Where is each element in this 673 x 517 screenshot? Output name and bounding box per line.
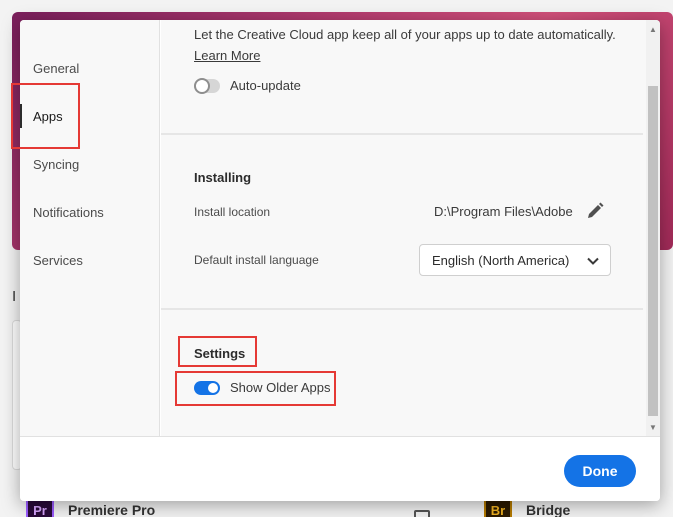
installing-section: Installing Install location D:\Program F…	[161, 135, 643, 310]
background-app-name: Bridge	[526, 502, 571, 517]
sidebar-item-syncing[interactable]: Syncing	[20, 148, 160, 180]
show-older-apps-label: Show Older Apps	[230, 380, 331, 395]
done-button[interactable]: Done	[564, 455, 636, 487]
sidebar-item-notifications[interactable]: Notifications	[20, 196, 160, 228]
default-language-value: English (North America)	[432, 252, 570, 268]
auto-update-label: Auto-update	[230, 78, 301, 93]
scroll-down-icon[interactable]: ▼	[646, 420, 660, 434]
dialog-footer: Done	[20, 436, 660, 501]
sidebar-item-services[interactable]: Services	[20, 244, 160, 276]
sidebar-item-general[interactable]: General	[20, 52, 160, 84]
show-older-apps-switch[interactable]	[194, 380, 220, 395]
pencil-icon[interactable]	[585, 201, 605, 221]
background-heading: I	[12, 288, 17, 305]
apps-settings-panel: Let the Creative Cloud app keep all of y…	[161, 20, 646, 436]
auto-update-switch[interactable]	[194, 77, 220, 94]
auto-update-toggle[interactable]: Auto-update	[194, 77, 301, 94]
installing-title: Installing	[194, 170, 252, 185]
background-app-name: Premiere Pro	[68, 502, 156, 517]
chevron-down-icon	[587, 257, 599, 265]
default-language-label: Default install language	[194, 253, 319, 267]
install-location-label: Install location	[194, 205, 271, 219]
auto-update-section: Let the Creative Cloud app keep all of y…	[161, 20, 643, 135]
sidebar-item-apps[interactable]: Apps	[20, 100, 160, 132]
scrollbar-thumb[interactable]	[648, 86, 658, 416]
content-scrollbar[interactable]: ▲ ▼	[646, 20, 660, 436]
preferences-dialog: General Apps Syncing Notifications Servi…	[20, 20, 660, 501]
background-checkbox[interactable]	[414, 510, 430, 517]
preferences-sidebar: General Apps Syncing Notifications Servi…	[20, 20, 160, 436]
scroll-up-icon[interactable]: ▲	[646, 22, 660, 36]
learn-more-link[interactable]: Learn More	[194, 48, 260, 63]
settings-title: Settings	[194, 346, 246, 361]
install-location-value: D:\Program Files\Adobe	[434, 204, 573, 219]
default-language-select[interactable]: English (North America)	[419, 244, 611, 276]
show-older-apps-toggle[interactable]: Show Older Apps	[194, 380, 330, 395]
auto-update-description: Let the Creative Cloud app keep all of y…	[194, 27, 616, 42]
